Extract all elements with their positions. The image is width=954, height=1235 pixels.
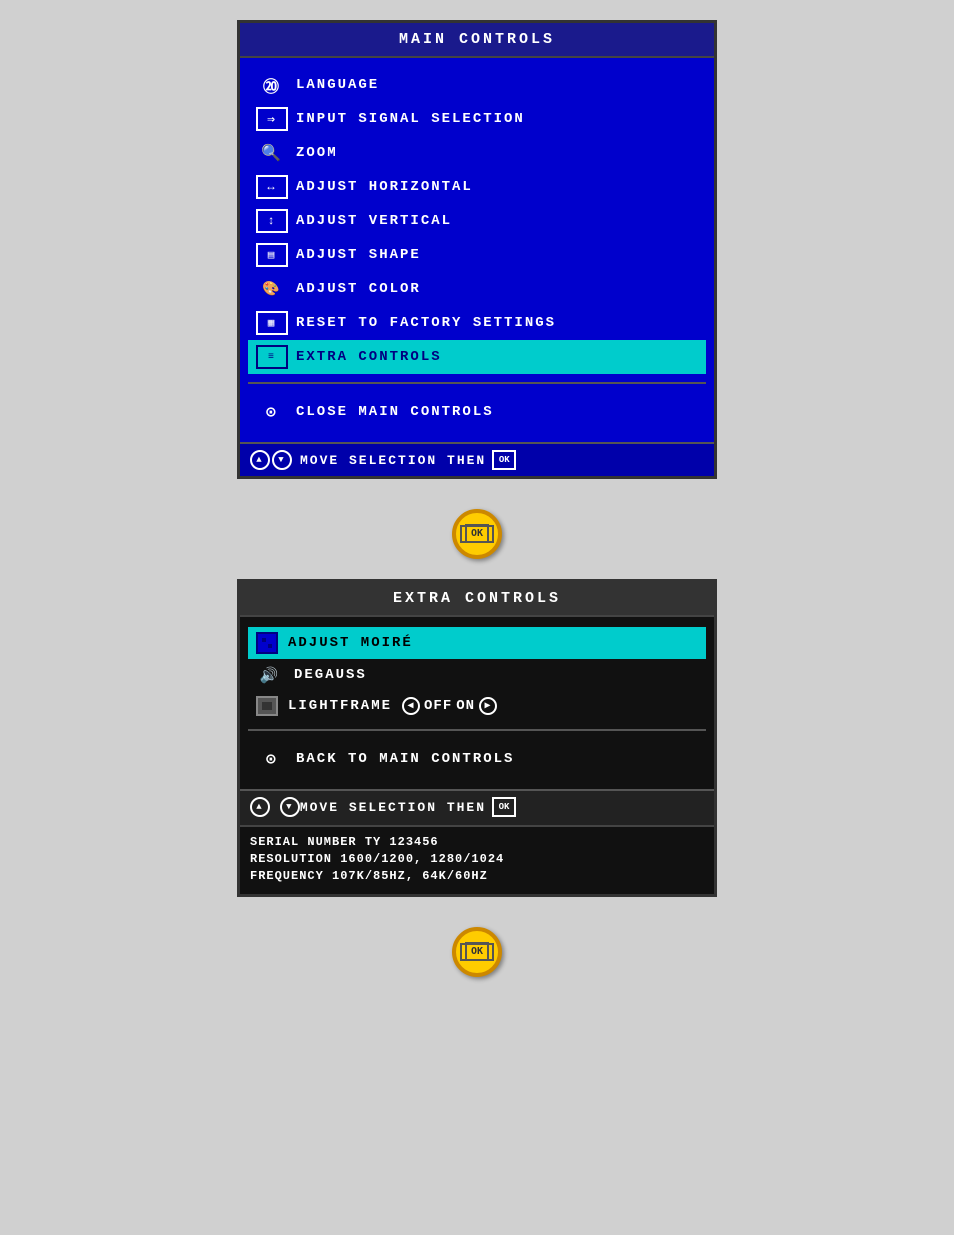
- main-controls-footer: ▲ ▼ MOVE SELECTION THEN OK: [240, 442, 714, 476]
- input-signal-icon: ⇒: [256, 107, 288, 131]
- main-divider: [248, 382, 706, 384]
- adjust-shape-label: ADJUST SHAPE: [296, 247, 421, 263]
- reset-factory-label: RESET TO FACTORY SETTINGS: [296, 315, 556, 331]
- ok-button-large-bottom[interactable]: OK: [452, 927, 502, 977]
- adjust-vertical-label: ADJUST VERTICAL: [296, 213, 452, 229]
- menu-item-adjust-color[interactable]: 🎨 ADJUST COLOR: [248, 272, 706, 306]
- extra-footer-text: MOVE SELECTION THEN: [300, 800, 486, 815]
- menu-item-adjust-vertical[interactable]: ↕ ADJUST VERTICAL: [248, 204, 706, 238]
- back-to-main-controls[interactable]: ⊙ BACK TO MAIN CONTROLS: [248, 739, 706, 779]
- extra-ok-button-small[interactable]: OK: [492, 797, 516, 817]
- adjust-moire-label: ADJUST MOIRÉ: [288, 635, 413, 651]
- menu-item-adjust-shape[interactable]: ▤ ADJUST SHAPE: [248, 238, 706, 272]
- zoom-icon: 🔍: [256, 141, 288, 165]
- extra-divider: [248, 729, 706, 731]
- ok-label-bottom: OK: [460, 943, 494, 961]
- back-icon: ⊙: [256, 747, 288, 771]
- resolution-info: RESOLUTION 1600/1200, 1280/1024: [250, 852, 704, 866]
- nav-icons: ▲ ▼: [250, 450, 292, 470]
- extra-controls-body: ADJUST MOIRÉ 🔊 DEGAUSS LIGHTFRAME ◀ OFF …: [240, 617, 714, 789]
- extra-controls-title: EXTRA CONTROLS: [240, 582, 714, 617]
- footer-text: MOVE SELECTION THEN: [300, 453, 486, 468]
- nav-down-icon: ▼: [272, 450, 292, 470]
- menu-item-input-signal[interactable]: ⇒ INPUT SIGNAL SELECTION: [248, 102, 706, 136]
- nav-up-icon: ▲: [250, 450, 270, 470]
- menu-item-adjust-horizontal[interactable]: ↔ ADJUST HORIZONTAL: [248, 170, 706, 204]
- menu-item-zoom[interactable]: 🔍 ZOOM: [248, 136, 706, 170]
- main-controls-body: ⑳ LANGUAGE ⇒ INPUT SIGNAL SELECTION 🔍 ZO…: [240, 58, 714, 442]
- reset-factory-icon: ▦: [256, 311, 288, 335]
- input-signal-label: INPUT SIGNAL SELECTION: [296, 111, 525, 127]
- adjust-shape-icon: ▤: [256, 243, 288, 267]
- menu-item-lightframe[interactable]: LIGHTFRAME ◀ OFF ON ▶: [248, 691, 706, 721]
- off-label[interactable]: OFF: [424, 698, 452, 714]
- close-main-controls[interactable]: ⊙ CLOSE MAIN CONTROLS: [248, 392, 706, 432]
- degauss-label: DEGAUSS: [294, 667, 367, 683]
- extra-nav-down-icon: ▼: [280, 797, 300, 817]
- lightframe-off-on: ◀ OFF ON ▶: [402, 697, 497, 715]
- extra-footer-row: ▲ ▼ MOVE SELECTION THEN OK: [250, 797, 704, 817]
- lightframe-icon: [256, 696, 278, 716]
- main-controls-title: MAIN CONTROLS: [240, 23, 714, 58]
- lightframe-on-icon[interactable]: ▶: [479, 697, 497, 715]
- menu-item-reset-factory[interactable]: ▦ RESET TO FACTORY SETTINGS: [248, 306, 706, 340]
- back-label: BACK TO MAIN CONTROLS: [296, 751, 514, 767]
- adjust-color-label: ADJUST COLOR: [296, 281, 421, 297]
- ok-button-small[interactable]: OK: [492, 450, 516, 470]
- serial-number: SERIAL NUMBER TY 123456: [250, 835, 704, 849]
- menu-item-degauss[interactable]: 🔊 DEGAUSS: [248, 659, 706, 691]
- menu-item-extra-controls[interactable]: ≡ EXTRA CONTROLS: [248, 340, 706, 374]
- extra-nav-icons: ▲ ▼: [250, 797, 300, 817]
- extra-controls-label: EXTRA CONTROLS: [296, 349, 442, 365]
- extra-controls-icon: ≡: [256, 345, 288, 369]
- lightframe-off-icon[interactable]: ◀: [402, 697, 420, 715]
- main-controls-panel: MAIN CONTROLS ⑳ LANGUAGE ⇒ INPUT SIGNAL …: [237, 20, 717, 479]
- language-icon: ⑳: [256, 73, 288, 97]
- adjust-horizontal-label: ADJUST HORIZONTAL: [296, 179, 473, 195]
- extra-controls-footer: ▲ ▼ MOVE SELECTION THEN OK: [240, 789, 714, 825]
- adjust-horizontal-icon: ↔: [256, 175, 288, 199]
- close-main-label: CLOSE MAIN CONTROLS: [296, 404, 494, 420]
- extra-info-section: SERIAL NUMBER TY 123456 RESOLUTION 1600/…: [240, 825, 714, 894]
- zoom-label: ZOOM: [296, 145, 338, 161]
- ok-button-large[interactable]: OK: [452, 509, 502, 559]
- ok-label: OK: [460, 525, 494, 543]
- degauss-icon: 🔊: [256, 664, 284, 686]
- moire-icon: [256, 632, 278, 654]
- menu-item-adjust-moire[interactable]: ADJUST MOIRÉ: [248, 627, 706, 659]
- moire-svg: [261, 637, 273, 649]
- extra-controls-panel: EXTRA CONTROLS ADJUST MOIRÉ 🔊 DEGAUSS LI…: [237, 579, 717, 897]
- language-label: LANGUAGE: [296, 77, 379, 93]
- adjust-vertical-icon: ↕: [256, 209, 288, 233]
- extra-nav-up-icon: ▲: [250, 797, 270, 817]
- lightframe-text-label: LIGHTFRAME: [288, 698, 392, 714]
- lightframe-svg: [260, 700, 274, 712]
- frequency-info: FREQUENCY 107K/85HZ, 64K/60HZ: [250, 869, 704, 883]
- menu-item-language[interactable]: ⑳ LANGUAGE: [248, 68, 706, 102]
- close-icon: ⊙: [256, 400, 288, 424]
- adjust-color-icon: 🎨: [256, 277, 288, 301]
- on-label[interactable]: ON: [456, 698, 475, 714]
